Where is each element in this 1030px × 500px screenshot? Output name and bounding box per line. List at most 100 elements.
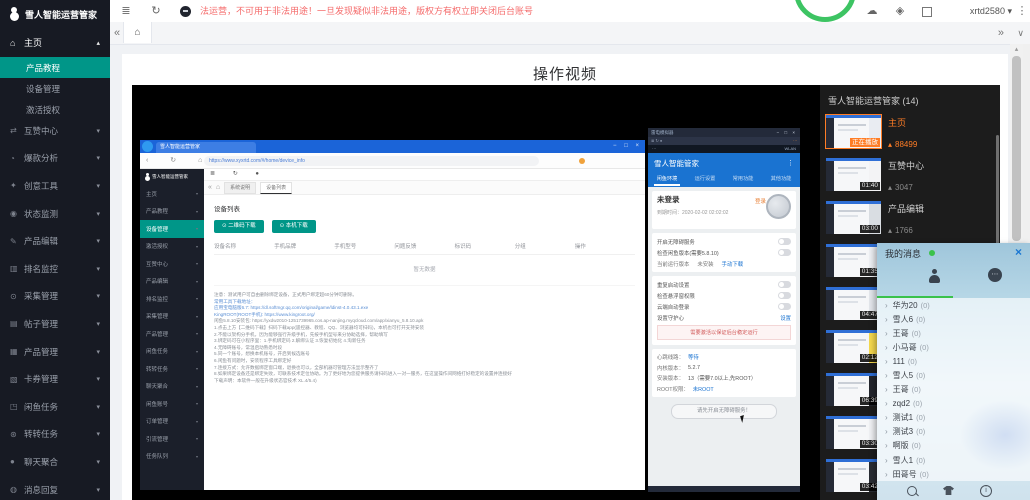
messages-tab-icon[interactable]: ⋯ — [988, 268, 1002, 282]
playlist-item[interactable]: 03:00 产品编辑 ▴ 1766 — [820, 199, 1000, 242]
sidebar-subitem[interactable]: 设备管理 — [0, 78, 110, 99]
views-icon: ▴ — [888, 183, 892, 192]
contact-row[interactable]: › 田哥号 (0) — [877, 467, 1030, 481]
user-caret-icon: ▾ — [1007, 6, 1012, 16]
sidebar-item-label: 转转任务 — [24, 428, 58, 440]
contact-count: (0) — [920, 470, 929, 479]
contact-row[interactable]: › 测试1 (0) — [877, 411, 1030, 425]
sidebar-item[interactable]: ▤ 帖子管理 ▾ — [0, 310, 110, 338]
playlist-item-views: ▴ 1766 — [888, 226, 924, 235]
search-icon[interactable] — [907, 486, 917, 496]
views-count: 1766 — [895, 226, 913, 235]
contacts-tab-icon[interactable] — [928, 269, 940, 283]
contact-count: (0) — [916, 427, 925, 436]
fullscreen-icon[interactable] — [922, 7, 932, 17]
sidebar-item[interactable]: ◍ 消息回复 ▾ — [0, 476, 110, 500]
thumb-sidebar — [826, 333, 834, 363]
version-value: 未安装 — [697, 260, 713, 268]
sidebar-item[interactable]: ▦ 产品管理 ▾ — [0, 338, 110, 366]
contact-row[interactable]: › zqd2 (0) — [877, 397, 1030, 411]
local-download-label: 本机下载 — [286, 223, 308, 229]
browser-extension-icon — [579, 158, 585, 164]
browser-titlebar: 雪人智能运营管家 − □ × — [140, 140, 645, 153]
sidebar-item-home[interactable]: ⌂ 主页 ▴ — [0, 28, 110, 57]
browser-app-tabs: « ⌂ 系统说明 设备列表 — [204, 181, 645, 195]
scrollbar-thumb[interactable] — [1012, 56, 1021, 241]
more-icon[interactable]: ⋮ — [1014, 0, 1030, 22]
thumb-line — [838, 425, 866, 427]
playlist-item[interactable]: 正在播放 主页 ▴ 88499 — [820, 113, 1000, 156]
sidebar-item[interactable]: ◳ 闲鱼任务 ▾ — [0, 393, 110, 421]
sidebar-item[interactable]: ◔ 爆款分析 ▾ — [0, 145, 110, 173]
login-link: 登录 — [755, 197, 766, 205]
tabs-collapse-icon[interactable]: ∨ — [1017, 22, 1024, 44]
browser-app-menu-item: 采集管理 ▾ — [140, 308, 204, 326]
contact-row[interactable]: › 雪人5 (0) — [877, 368, 1030, 382]
sidebar: 雪人智能运营管家 ⌂ 主页 ▴ 产品教程 设备管理 激活授权 ⇄ 互赞中心 ▾ — [0, 0, 110, 500]
thumb-line — [838, 468, 866, 470]
phone-toolbar-icons: ≣ ↻ ● — [651, 137, 662, 145]
chat-tabs: ⋯ — [877, 261, 1030, 298]
sidebar-item-label: 爆款分析 — [24, 152, 58, 164]
info-value: 5.2.7 — [688, 365, 700, 371]
contact-row[interactable]: › 华为20 (0) — [877, 298, 1030, 312]
info-icon[interactable]: i — [980, 485, 992, 497]
browser-app-menu-label: 闲鱼任务 — [146, 347, 168, 355]
message-icon[interactable] — [180, 6, 191, 17]
contact-row[interactable]: › 啊版 (0) — [877, 439, 1030, 453]
contact-row[interactable]: › 王哥 (0) — [877, 383, 1030, 397]
sidebar-item-label: 聊天聚合 — [24, 456, 58, 468]
contact-row[interactable]: › 雪人6 (0) — [877, 312, 1030, 326]
sidebar-item[interactable]: ✎ 产品编辑 ▾ — [0, 227, 110, 255]
contact-count: (0) — [916, 371, 925, 380]
contact-row[interactable]: › 小马哥 (0) — [877, 340, 1030, 354]
device-list-title: 设备列表 — [214, 203, 635, 213]
tag-icon[interactable]: ◈ — [892, 0, 908, 22]
sidebar-item[interactable]: ● 聊天聚合 ▾ — [0, 448, 110, 476]
tab-home[interactable]: ⌂ — [123, 22, 152, 43]
browser-app-tab-active: 设备列表 — [260, 182, 292, 194]
sidebar-item-label: 帖子管理 — [24, 318, 58, 330]
menu-icon[interactable]: ≣ — [118, 0, 134, 22]
sidebar-item[interactable]: ▥ 排名监控 ▾ — [0, 255, 110, 283]
browser-app-menu-item: 产品教程 ▾ — [140, 203, 204, 221]
sidebar-item[interactable]: ◉ 状态监测 ▾ — [0, 200, 110, 228]
contact-row[interactable]: › 测试3 (0) — [877, 425, 1030, 439]
contact-row[interactable]: › 111 (0) — [877, 354, 1030, 368]
tabs-back-icon[interactable]: « — [114, 22, 120, 44]
chevron-right-icon: › — [885, 343, 888, 352]
home-icon: ⌂ — [216, 184, 220, 191]
thumb-line — [838, 258, 858, 260]
close-icon[interactable]: × — [1015, 245, 1022, 259]
refresh-icon[interactable]: ↻ — [148, 0, 164, 22]
clothes-icon[interactable] — [943, 486, 954, 495]
chat-header: 我的消息 × — [877, 243, 1030, 261]
video-surface[interactable]: 雪人智能运营管家 − □ × ‹ ↻ ⌂ https://www.xyxrtd.… — [132, 85, 820, 500]
sidebar-item-icon: ⊛ — [10, 430, 24, 439]
browser-app-menu-label: 产品教程 — [146, 207, 168, 215]
browser-app-menu-item: 任务队列 ▾ — [140, 448, 204, 466]
sidebar-item[interactable]: ⊙ 采集管理 ▾ — [0, 283, 110, 311]
announce-icon[interactable]: ☁ — [864, 0, 880, 22]
chevron-down-icon: ▾ — [96, 458, 100, 466]
sidebar-item-icon: ◳ — [10, 402, 24, 411]
sidebar-item-icon: ◉ — [10, 209, 24, 218]
sidebar-subitem[interactable]: 产品教程 — [0, 57, 110, 78]
download-buttons: ⊙ 二维码下载 ⊙ 本机下载 — [214, 220, 635, 233]
tabs-forward-icon[interactable]: » — [998, 22, 1004, 44]
contact-name: 测试1 — [893, 412, 913, 423]
contact-row[interactable]: › 雪人1 (0) — [877, 453, 1030, 467]
phone-toolbar: ≣ ↻ ● ⋯ — [648, 137, 800, 145]
scroll-up-icon[interactable]: ▴ — [1010, 45, 1023, 53]
contact-row[interactable]: › 王哥 (0) — [877, 326, 1030, 340]
thumb-line — [838, 387, 858, 389]
user-menu[interactable]: xrtd2580 ▾ — [970, 0, 1012, 22]
sidebar-item[interactable]: ✦ 创意工具 ▾ — [0, 172, 110, 200]
sidebar-item[interactable]: ▧ 卡券管理 ▾ — [0, 365, 110, 393]
contact-count: (0) — [916, 413, 925, 422]
playlist-item[interactable]: 01:40 互赞中心 ▴ 3047 — [820, 156, 1000, 199]
snowman-logo-icon — [8, 7, 20, 22]
sidebar-item[interactable]: ⇄ 互赞中心 ▾ — [0, 117, 110, 145]
instruction-line: 6.闲鱼有问题时，安装程序工具绑定好 — [214, 358, 635, 365]
sidebar-item[interactable]: ⊛ 转转任务 ▾ — [0, 421, 110, 449]
